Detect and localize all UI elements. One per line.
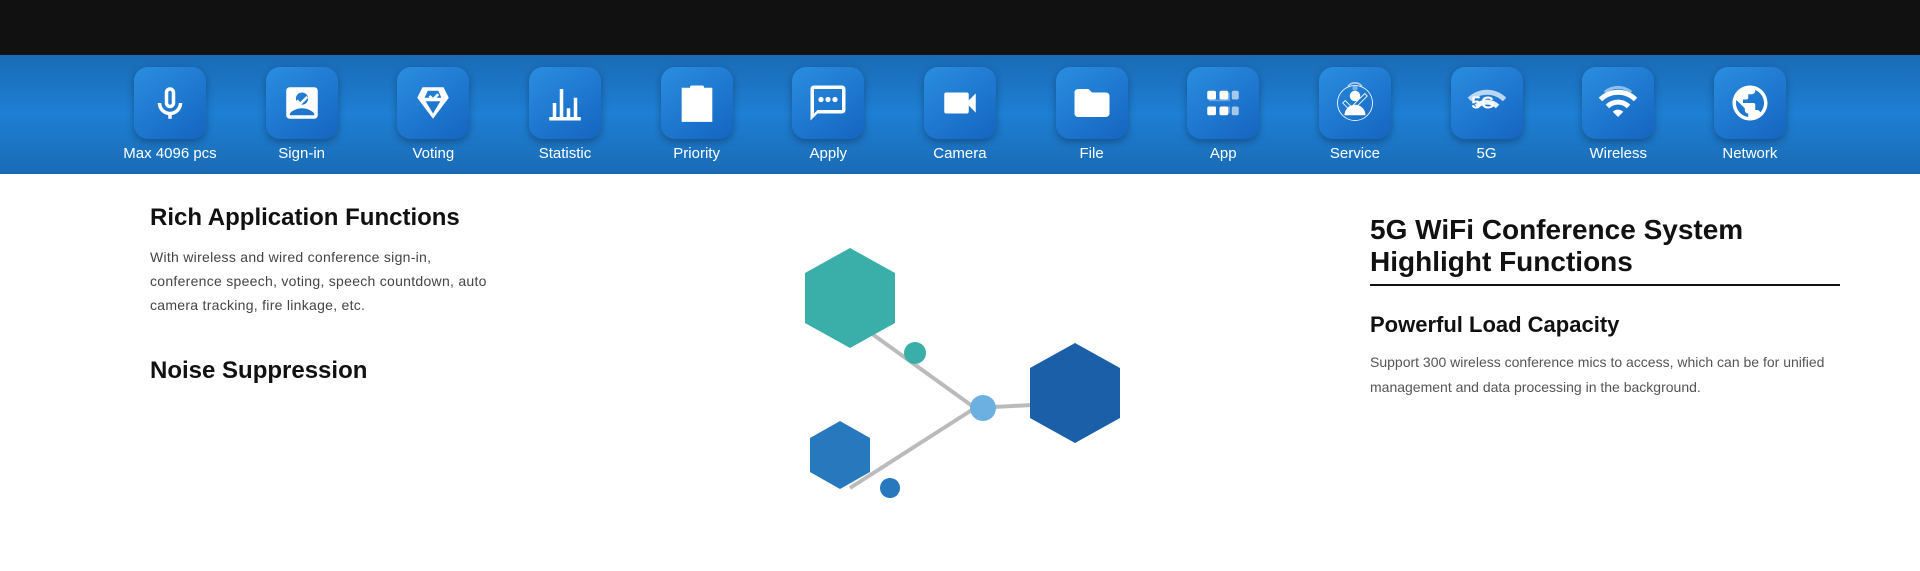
toolbar-icon-box-voting [397,67,469,139]
priority-icon [676,82,718,124]
noise-suppression-title: Noise Suppression [150,357,490,385]
toolbar-label-max4096: Max 4096 pcs [123,145,216,162]
network-icon [1729,82,1771,124]
toolbar-item-app[interactable]: App [1173,67,1273,162]
toolbar-label-voting: Voting [412,145,454,162]
voting-icon [412,82,454,124]
rich-application-title: Rich Application Functions [150,204,490,232]
highlight-text: Support 300 wireless conference mics to … [1370,350,1840,400]
toolbar-icon-box-app [1187,67,1259,139]
mic-icon [149,82,191,124]
toolbar-item-network[interactable]: Network [1700,67,1800,162]
statistic-icon [544,82,586,124]
apply-icon [807,82,849,124]
toolbar-item-wireless[interactable]: Wireless [1568,67,1668,162]
toolbar-label-network: Network [1722,145,1777,162]
hex-graphic-svg [735,218,1155,558]
content-area: Rich Application Functions With wireless… [0,174,1920,571]
toolbar-icon-box-max4096 [134,67,206,139]
signin-icon [281,82,323,124]
toolbar-icon-box-wireless [1582,67,1654,139]
file-icon [1071,82,1113,124]
toolbar-icon-box-statistic [529,67,601,139]
highlight-main-title: 5G WiFi Conference System Highlight Func… [1370,214,1840,286]
toolbar-item-service[interactable]: Service [1305,67,1405,162]
toolbar-icon-box-5g: 5G [1451,67,1523,139]
toolbar-label-service: Service [1330,145,1380,162]
toolbar-label-camera: Camera [933,145,986,162]
toolbar-label-statistic: Statistic [539,145,592,162]
toolbar-item-5g[interactable]: 5G 5G [1437,67,1537,162]
service-icon [1334,82,1376,124]
toolbar-label-wireless: Wireless [1589,145,1647,162]
toolbar-item-priority[interactable]: Priority [647,67,747,162]
right-section: 5G WiFi Conference System Highlight Func… [1370,204,1920,571]
toolbar-icon-box-priority [661,67,733,139]
toolbar-label-priority: Priority [673,145,720,162]
toolbar-icon-box-file [1056,67,1128,139]
toolbar-label-apply: Apply [810,145,848,162]
top-black-bar [0,0,1920,55]
toolbar-item-voting[interactable]: Voting [383,67,483,162]
5g-icon: 5G [1466,82,1508,124]
toolbar-item-file[interactable]: File [1042,67,1142,162]
toolbar-item-apply[interactable]: Apply [778,67,878,162]
middle-graphic-section [520,204,1370,571]
toolbar-icon-box-signin [266,67,338,139]
toolbar-icon-box-network [1714,67,1786,139]
toolbar-item-max4096[interactable]: Max 4096 pcs [120,67,220,162]
toolbar-label-file: File [1080,145,1104,162]
camera-icon [939,82,981,124]
wireless-icon [1597,82,1639,124]
toolbar-label-5g: 5G [1477,145,1497,162]
toolbar-item-camera[interactable]: Camera [910,67,1010,162]
toolbar-icon-box-camera [924,67,996,139]
toolbar-icon-box-apply [792,67,864,139]
hex-graphic [735,218,1155,558]
rich-application-text: With wireless and wired conference sign-… [150,246,490,317]
highlight-subtitle: Powerful Load Capacity [1370,312,1840,338]
left-section: Rich Application Functions With wireless… [0,204,520,571]
toolbar-item-statistic[interactable]: Statistic [515,67,615,162]
app-icon [1202,82,1244,124]
toolbar-label-app: App [1210,145,1237,162]
toolbar-item-signin[interactable]: Sign-in [252,67,352,162]
toolbar-icon-box-service [1319,67,1391,139]
toolbar-label-signin: Sign-in [278,145,325,162]
icon-toolbar: Max 4096 pcs Sign-in Voting Stat [0,55,1920,174]
